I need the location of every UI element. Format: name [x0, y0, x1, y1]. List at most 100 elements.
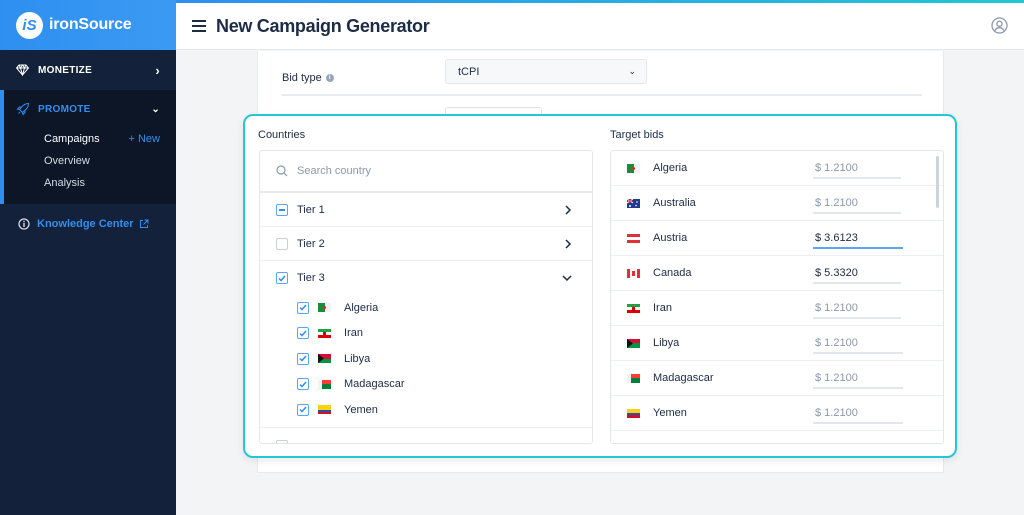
bid-country-name: Algeria [653, 162, 688, 174]
tier-4-checkbox[interactable] [276, 439, 288, 443]
madagascar-flag-icon [627, 373, 640, 383]
search-icon [276, 165, 288, 177]
external-link-icon [139, 219, 149, 229]
libya-flag-icon [627, 338, 640, 348]
bid-row-algeria: Algeria [611, 151, 943, 186]
tier-1-row[interactable]: Tier 1 [260, 193, 592, 227]
bid-input-yemen[interactable] [813, 404, 903, 424]
country-item-iran[interactable]: Iran [297, 321, 592, 347]
country-item-madagascar[interactable]: Madagascar [297, 372, 592, 398]
bid-row-iran: Iran [611, 291, 943, 326]
tier-2-row[interactable]: Tier 2 [260, 227, 592, 261]
sidebar-item-campaigns[interactable]: Campaigns + New [4, 128, 176, 150]
bid-country-name: Libya [653, 337, 680, 349]
brand-logo: iS [16, 11, 43, 39]
bid-row-austria: Austria [611, 221, 943, 256]
bid-type-value: tCPI [458, 65, 480, 78]
sidebar-item-overview-label: Overview [44, 155, 90, 167]
nav-monetize-label: MONETIZE [38, 64, 93, 76]
bid-input-libya[interactable] [813, 334, 903, 354]
bid-row-canada: Canada [611, 256, 943, 291]
tier-2-label: Tier 2 [297, 237, 325, 250]
tier-3-checkbox[interactable] [276, 272, 288, 284]
tier-2-checkbox[interactable] [276, 237, 288, 250]
country-checkbox[interactable] [297, 327, 309, 340]
bid-type-label: Bid type i [282, 72, 334, 84]
tier-4-row-partial[interactable] [260, 428, 592, 443]
bid-type-label-text: Bid type [282, 72, 322, 84]
bid-input-iran[interactable] [813, 299, 901, 319]
countries-label: Countries [258, 129, 306, 141]
country-search-input[interactable] [297, 165, 557, 177]
country-item-yemen[interactable]: Yemen [297, 397, 592, 423]
hamburger-menu-icon[interactable] [192, 20, 206, 32]
countries-bids-panel: Countries Target bids Tier 1 Tier 2 Tier… [243, 114, 957, 458]
bid-type-select[interactable]: tCPI ⌄ [445, 59, 647, 84]
bid-row-libya: Libya [611, 326, 943, 361]
target-bids-label: Target bids [610, 129, 664, 141]
scrollbar[interactable] [936, 156, 939, 208]
promote-section: PROMOTE ⌄ Campaigns + New Overview Analy… [0, 90, 176, 204]
target-bids-list: Algeria Australia Austria Canada Iran Li… [610, 150, 944, 444]
rocket-icon [16, 102, 30, 116]
sidebar: iS ironSource MONETIZE › PROMOTE ⌄ Campa… [0, 0, 176, 515]
country-checkbox[interactable] [297, 378, 309, 391]
country-item-algeria[interactable]: Algeria [297, 295, 592, 321]
country-name: Libya [344, 352, 371, 365]
brand[interactable]: iS ironSource [0, 0, 176, 50]
chevron-down-icon: ⌄ [628, 66, 636, 76]
new-campaign-link[interactable]: + New [129, 133, 161, 145]
chevron-down-icon[interactable] [562, 274, 572, 282]
country-name: Iran [344, 327, 363, 340]
brand-name: ironSource [49, 16, 132, 33]
tier-1-checkbox[interactable] [276, 203, 288, 216]
madagascar-flag-icon [318, 379, 331, 389]
country-name: Yemen [344, 403, 378, 416]
diamond-icon [16, 64, 30, 76]
algeria-flag-icon [318, 303, 331, 313]
info-icon[interactable]: i [325, 74, 334, 82]
user-account-icon[interactable] [991, 17, 1008, 34]
country-item-libya[interactable]: Libya [297, 346, 592, 372]
tier-1-label: Tier 1 [297, 203, 325, 216]
country-checkbox[interactable] [297, 403, 309, 416]
iran-flag-icon [627, 303, 640, 313]
tier-3-countries: Algeria Iran Libya Madagascar Yemen [260, 295, 592, 428]
bid-country-name: Australia [653, 197, 696, 209]
chevron-down-icon: ⌄ [151, 103, 160, 115]
countries-list: Tier 1 Tier 2 Tier 3 Algeria Iran [259, 150, 593, 444]
knowledge-center-link[interactable]: Knowledge Center [0, 204, 176, 244]
bid-country-name: Madagascar [653, 372, 714, 384]
yemen-flag-icon [627, 408, 640, 418]
nav-monetize[interactable]: MONETIZE › [0, 50, 176, 90]
country-checkbox[interactable] [297, 301, 309, 314]
chevron-right-icon[interactable] [564, 204, 572, 215]
canada-flag-icon [627, 268, 640, 278]
header: New Campaign Generator [176, 3, 1024, 50]
bid-input-algeria[interactable] [813, 159, 901, 179]
knowledge-center-label: Knowledge Center [37, 218, 134, 230]
nav-promote[interactable]: PROMOTE ⌄ [4, 90, 176, 128]
bid-country-name: Yemen [653, 407, 687, 419]
bid-row-madagascar: Madagascar [611, 361, 943, 396]
page-title: New Campaign Generator [216, 15, 430, 36]
sidebar-item-analysis[interactable]: Analysis [4, 172, 176, 194]
bid-input-australia[interactable] [813, 194, 901, 214]
sidebar-item-campaigns-label: Campaigns [44, 133, 100, 145]
bid-input-madagascar[interactable] [813, 369, 903, 389]
bid-input-canada[interactable] [813, 264, 901, 284]
yemen-flag-icon [318, 405, 331, 415]
tier-3-row[interactable]: Tier 3 [260, 261, 592, 295]
bid-country-name: Canada [653, 267, 692, 279]
country-name: Madagascar [344, 378, 405, 391]
bid-input-austria[interactable] [813, 229, 903, 249]
bid-row-australia: Australia [611, 186, 943, 221]
nav-promote-label: PROMOTE [38, 103, 91, 115]
sidebar-item-analysis-label: Analysis [44, 177, 85, 189]
libya-flag-icon [318, 354, 331, 364]
australia-flag-icon [627, 198, 640, 208]
chevron-right-icon[interactable] [564, 238, 572, 249]
info-icon [18, 218, 30, 230]
sidebar-item-overview[interactable]: Overview [4, 150, 176, 172]
country-checkbox[interactable] [297, 352, 309, 365]
